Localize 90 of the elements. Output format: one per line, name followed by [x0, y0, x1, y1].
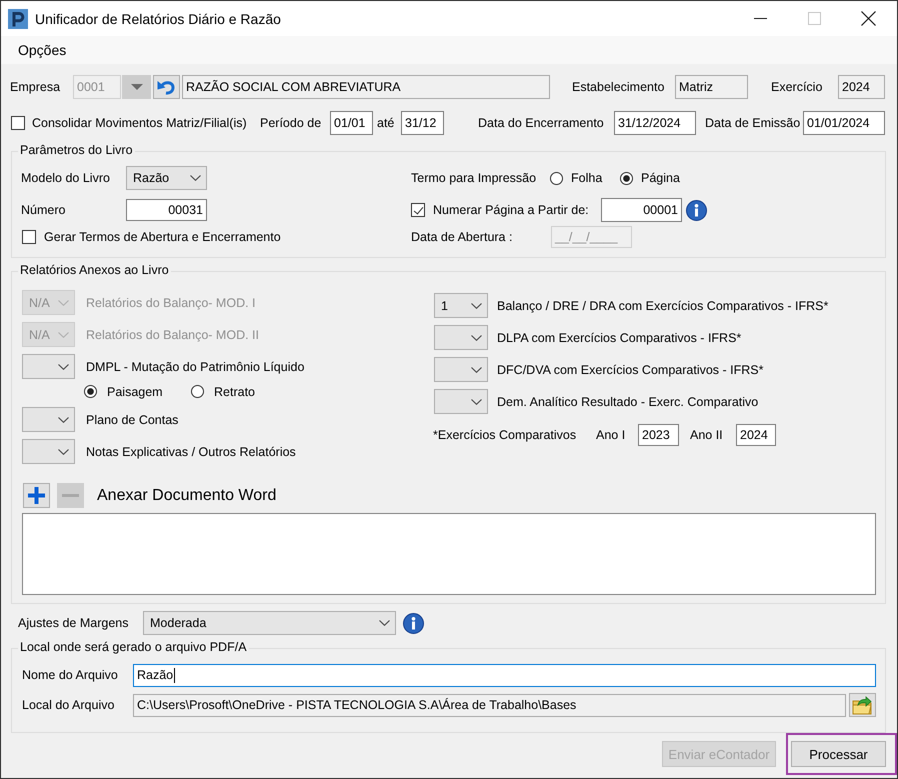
radio-button[interactable]	[620, 172, 633, 184]
add-button[interactable]	[23, 483, 50, 508]
dropdown[interactable]: Razão	[126, 166, 207, 190]
undo-arrow-icon	[157, 79, 176, 95]
info-icon[interactable]	[686, 200, 707, 220]
date-field[interactable]: 01/01/2024	[803, 111, 885, 135]
section-label: Anexar Documento Word	[97, 486, 276, 504]
field-label: Exercício	[771, 80, 822, 94]
field-label: até	[377, 116, 394, 130]
maximize-icon	[808, 12, 820, 25]
minus-icon	[62, 494, 79, 497]
radio-label: Retrato	[214, 384, 255, 398]
chevron-down-icon	[58, 332, 69, 338]
dropdown[interactable]: 1	[434, 293, 488, 318]
text-field[interactable]: C:\Users\Prosoft\OneDrive - PISTA TECNOLOGIA S.A\Área de Trabalho\Bases	[133, 694, 846, 716]
field-label: Modelo do Livro	[21, 171, 110, 185]
chevron-down-icon	[58, 364, 69, 370]
checkbox[interactable]	[11, 116, 25, 130]
report-label: DLPA com Exercícios Comparativos - IFRS*	[497, 330, 742, 344]
report-label: Notas Explicativas / Outros Relatórios	[86, 444, 296, 458]
browse-button[interactable]	[849, 693, 876, 717]
chevron-down-icon	[58, 416, 69, 422]
field-label: Estabelecimento	[572, 80, 664, 94]
field-label: Data de Abertura :	[411, 230, 512, 244]
dropdown[interactable]: Moderada	[143, 611, 396, 635]
report-label: Relatórios do Balanço- MOD. I	[86, 296, 256, 310]
field-label: *Exercícios Comparativos	[433, 428, 576, 442]
field-label: Número	[21, 203, 66, 217]
report-label: Relatórios do Balanço- MOD. II	[86, 328, 259, 342]
radio-label: Página	[641, 171, 680, 185]
field-label: Ano II	[690, 428, 723, 442]
info-icon[interactable]	[403, 612, 424, 634]
year-field[interactable]: 2024	[736, 424, 776, 446]
field-label: Local do Arquivo	[22, 698, 114, 712]
undo-button[interactable]	[153, 75, 180, 99]
window-title: Unificador de Relatórios Diário e Razão	[35, 10, 281, 26]
chevron-down-icon	[58, 448, 69, 454]
dropdown-button[interactable]	[122, 75, 151, 99]
checkbox-label: Numerar Página a Partir de:	[433, 203, 589, 217]
radio-button[interactable]	[191, 385, 204, 398]
chevron-down-icon	[471, 334, 482, 340]
group-title: Relatórios Anexos ao Livro	[20, 263, 169, 277]
field-label: Empresa	[10, 80, 60, 94]
folder-arrow-icon	[852, 696, 873, 714]
report-label: DFC/DVA com Exercícios Comparativos - IFRS*	[497, 362, 764, 376]
page-number-field[interactable]: 00001	[601, 198, 682, 222]
chevron-down-icon	[471, 366, 482, 372]
checkbox[interactable]	[22, 230, 36, 244]
field-label: Ajustes de Margens	[18, 616, 128, 630]
action-button[interactable]: Processar	[791, 741, 886, 767]
plus-icon	[27, 486, 46, 505]
number-field[interactable]: 00031	[126, 199, 207, 221]
close-icon	[860, 11, 876, 26]
minimize-icon	[754, 18, 766, 19]
report-label: Plano de Contas	[86, 412, 178, 426]
app-logo-icon	[8, 8, 28, 28]
report-label: Balanço / DRE / DRA com Exercícios Comparativos - IFRS*	[497, 298, 828, 312]
checkbox-label: Gerar Termos de Abertura e Encerramento	[44, 230, 281, 244]
radio-label: Paisagem	[107, 384, 163, 398]
field-label: Ano I	[596, 428, 626, 442]
checkbox-label: Consolidar Movimentos Matriz/Filial(is)	[32, 116, 247, 130]
report-label: DMPL - Mutação do Patrimônio Líquido	[86, 360, 304, 374]
radio-label: Folha	[571, 171, 602, 185]
menu-item[interactable]: Opções	[11, 39, 74, 61]
company-name-field[interactable]: RAZÃO SOCIAL COM ABREVIATURA	[182, 75, 550, 99]
chevron-down-icon	[379, 620, 390, 626]
text-field[interactable]: Razão	[133, 664, 876, 686]
branch-field[interactable]: Matriz	[675, 75, 748, 99]
checkbox[interactable]	[411, 203, 425, 217]
date-field[interactable]: 31/12/2024	[614, 111, 696, 135]
radio-button[interactable]	[550, 172, 563, 184]
radio-button[interactable]	[84, 385, 97, 398]
chevron-down-icon	[471, 302, 482, 308]
chevron-down-icon	[58, 300, 69, 306]
field-label: Data do Encerramento	[478, 116, 604, 130]
field-label: Data de Emissão	[705, 116, 800, 130]
group-title: Parâmetros do Livro	[20, 143, 133, 157]
report-label: Dem. Analítico Resultado - Exerc. Comparativo	[497, 394, 758, 408]
date-field[interactable]: 31/12	[401, 111, 444, 135]
caret-down-icon	[130, 84, 142, 90]
group-title: Local onde será gerado o arquivo PDF/A	[20, 640, 247, 654]
field-label: Termo para Impressão	[411, 171, 536, 185]
field-label: Nome do Arquivo	[22, 668, 118, 682]
year-field[interactable]: 2023	[638, 424, 679, 446]
field-label: Período de	[260, 116, 322, 130]
date-field[interactable]: 01/01	[330, 111, 373, 135]
chevron-down-icon	[190, 175, 201, 181]
year-field[interactable]: 2024	[838, 75, 885, 99]
attachment-list[interactable]	[22, 513, 876, 595]
chevron-down-icon	[471, 398, 482, 404]
